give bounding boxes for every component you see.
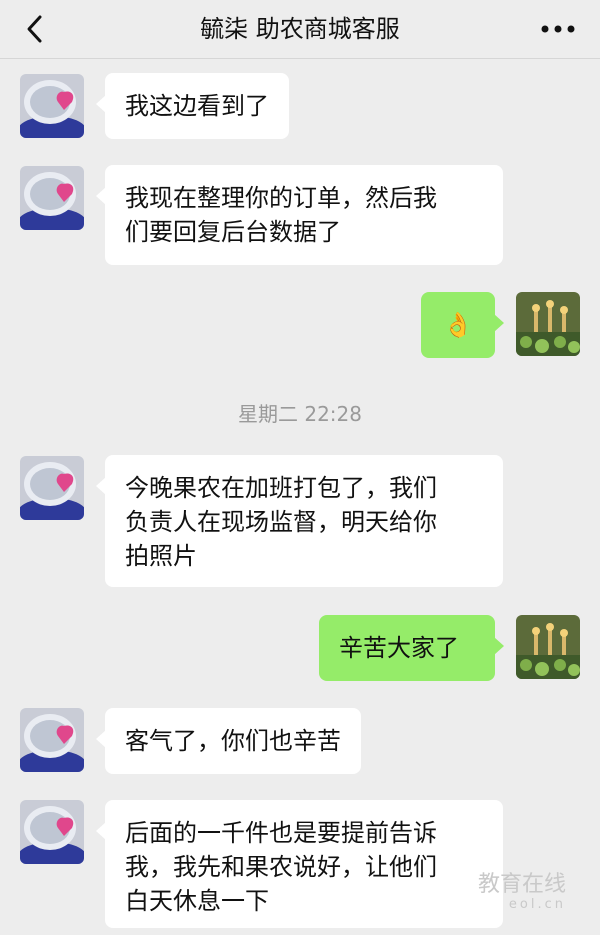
user-avatar[interactable] bbox=[516, 615, 580, 679]
contact-avatar[interactable] bbox=[20, 456, 84, 520]
chat-header: 毓柒 助农商城客服 bbox=[0, 0, 600, 59]
contact-avatar[interactable] bbox=[20, 74, 84, 138]
user-avatar[interactable] bbox=[516, 292, 580, 356]
watermark-main: 教育在线 bbox=[478, 872, 567, 897]
message-bubble[interactable]: 后面的一千件也是要提前告诉 我，我先和果农说好，让他们 白天休息一下 bbox=[96, 800, 503, 928]
timestamp: 星期二 22:28 bbox=[238, 402, 362, 426]
contact-avatar[interactable] bbox=[20, 708, 84, 772]
contact-avatar[interactable] bbox=[20, 166, 84, 230]
message-bubble-self[interactable]: 辛苦大家了 bbox=[319, 615, 504, 681]
watermark: 教育在线 eol.cn bbox=[478, 872, 566, 912]
message-bubble[interactable]: 我现在整理你的订单，然后我 们要回复后台数据了 bbox=[96, 165, 503, 265]
message-bubble[interactable]: 今晚果农在加班打包了，我们 负责人在现场监督，明天给你 拍照片 bbox=[96, 455, 503, 587]
contact-avatar[interactable] bbox=[20, 800, 84, 864]
more-dots-icon bbox=[541, 25, 575, 33]
chat-title: 毓柒 助农商城客服 bbox=[200, 15, 400, 43]
more-button[interactable] bbox=[538, 14, 578, 44]
message-bubble[interactable]: 我这边看到了 bbox=[96, 73, 289, 139]
message-bubble-self[interactable]: 👌 bbox=[421, 292, 504, 358]
message-bubble[interactable]: 客气了，你们也辛苦 bbox=[96, 708, 361, 774]
watermark-sub: eol.cn bbox=[508, 897, 567, 912]
